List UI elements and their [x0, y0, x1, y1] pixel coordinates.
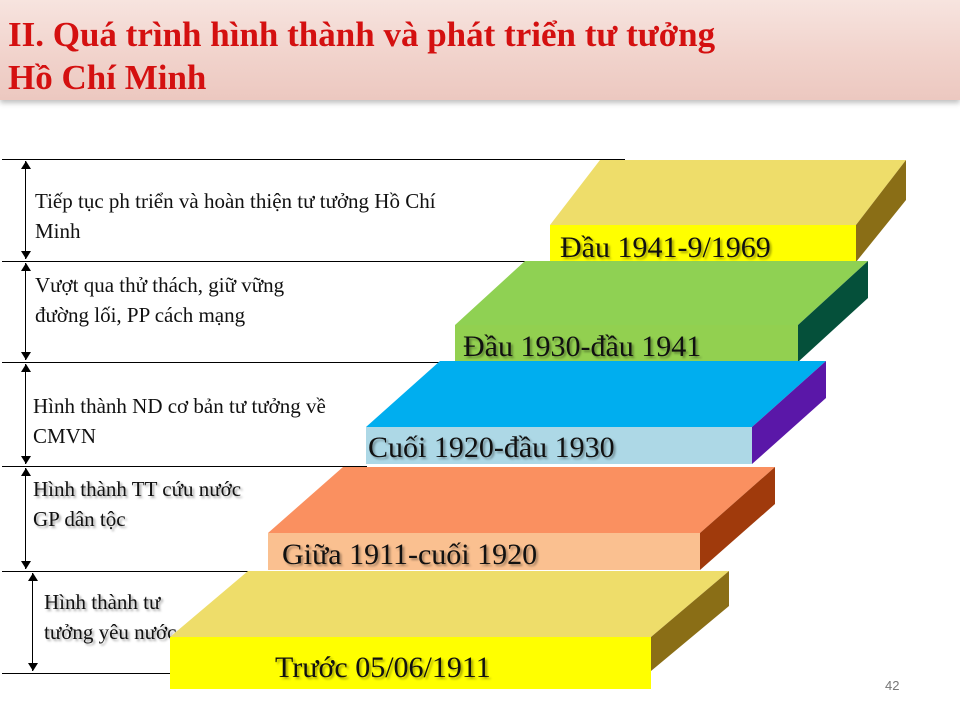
step-4-top-face — [268, 467, 775, 533]
step-3-top-face — [366, 361, 826, 427]
step-label-3: Cuối 1920-đầu 1930 — [368, 431, 615, 464]
step-1-top-face — [550, 160, 906, 225]
step-label-2: Đầu 1930-đầu 1941 — [463, 330, 702, 363]
step-label-5: Trước 05/06/1911 — [275, 651, 491, 684]
step-2-top-face — [455, 261, 868, 325]
step-label-4: Giữa 1911-cuối 1920 — [282, 538, 538, 571]
page-number: 42 — [885, 678, 900, 693]
step-label-1: Đầu 1941-9/1969 — [560, 231, 771, 264]
step-5-top-face — [170, 571, 729, 637]
